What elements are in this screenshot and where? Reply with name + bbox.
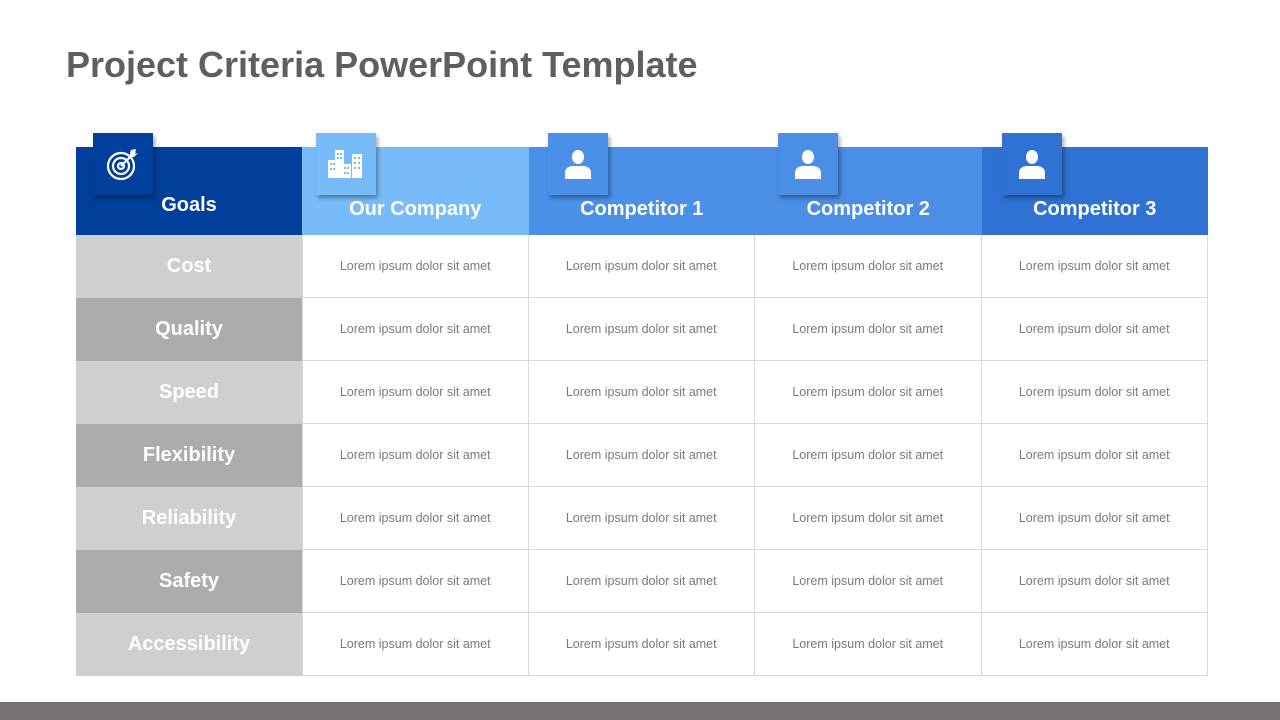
table-cell: Lorem ipsum dolor sit amet: [981, 613, 1208, 676]
table-cell: Lorem ipsum dolor sit amet: [528, 424, 755, 487]
table-cell: Lorem ipsum dolor sit amet: [528, 550, 755, 613]
table-cell: Lorem ipsum dolor sit amet: [302, 424, 529, 487]
table-row: Safety Lorem ipsum dolor sit amet Lorem ip…: [76, 550, 1208, 613]
table-cell: Lorem ipsum dolor sit amet: [755, 298, 982, 361]
header-goals: Goals: [76, 133, 302, 235]
table-cell: Lorem ipsum dolor sit amet: [528, 487, 755, 550]
table-body: Cost Lorem ipsum dolor sit amet Lorem ipsu…: [76, 235, 1208, 676]
table-cell: Lorem ipsum dolor sit amet: [981, 487, 1208, 550]
buildings-icon: [316, 133, 376, 195]
table-cell: Lorem ipsum dolor sit amet: [302, 235, 529, 298]
header-competitor-3: Competitor 3: [981, 133, 1208, 235]
goal-label: Accessibility: [76, 613, 302, 676]
table-row: Flexibility Lorem ipsum dolor sit amet Lor…: [76, 424, 1208, 487]
table-cell: Lorem ipsum dolor sit amet: [302, 613, 529, 676]
table-cell: Lorem ipsum dolor sit amet: [755, 487, 982, 550]
person-icon: [547, 133, 608, 195]
target-icon: [93, 133, 153, 195]
table-cell: Lorem ipsum dolor sit amet: [528, 613, 755, 676]
header-competitor-1: Competitor 1: [528, 133, 755, 235]
header-our-company: Our Company: [302, 133, 529, 235]
table-cell: Lorem ipsum dolor sit amet: [302, 298, 529, 361]
table-cell: Lorem ipsum dolor sit amet: [981, 424, 1208, 487]
header-competitor-2: Competitor 2: [755, 133, 982, 235]
table-cell: Lorem ipsum dolor sit amet: [302, 487, 529, 550]
table-cell: Lorem ipsum dolor sit amet: [528, 298, 755, 361]
table-cell: Lorem ipsum dolor sit amet: [981, 361, 1208, 424]
table-cell: Lorem ipsum dolor sit amet: [528, 235, 755, 298]
header-label: Competitor 1: [580, 198, 704, 220]
table-cell: Lorem ipsum dolor sit amet: [981, 298, 1208, 361]
table-cell: Lorem ipsum dolor sit amet: [302, 361, 529, 424]
header-label: Competitor 3: [1033, 198, 1157, 220]
table-cell: Lorem ipsum dolor sit amet: [755, 235, 982, 298]
goal-label: Flexibility: [76, 424, 302, 487]
header-label: Goals: [161, 194, 217, 216]
table-cell: Lorem ipsum dolor sit amet: [755, 550, 982, 613]
table-cell: Lorem ipsum dolor sit amet: [755, 361, 982, 424]
table-cell: Lorem ipsum dolor sit amet: [981, 550, 1208, 613]
goal-label: Quality: [76, 298, 302, 361]
person-icon: [778, 133, 838, 195]
goal-label: Safety: [76, 550, 302, 613]
page-title: Project Criteria PowerPoint Template: [66, 44, 698, 85]
person-icon: [1001, 133, 1062, 195]
table-row: Quality Lorem ipsum dolor sit amet Lorem i…: [76, 298, 1208, 361]
table-cell: Lorem ipsum dolor sit amet: [755, 613, 982, 676]
goal-label: Speed: [76, 361, 302, 424]
table-cell: Lorem ipsum dolor sit amet: [302, 550, 529, 613]
goal-label: Cost: [76, 235, 302, 298]
header-label: Competitor 2: [806, 198, 930, 220]
goal-label: Reliability: [76, 487, 302, 550]
table-row: Reliability Lorem ipsum dolor sit amet Lor…: [76, 487, 1208, 550]
table-header-row: Goals Our Company Competitor 1 Competito…: [76, 133, 1208, 235]
table-cell: Lorem ipsum dolor sit amet: [528, 361, 755, 424]
table-row: Speed Lorem ipsum dolor sit amet Lorem ips…: [76, 361, 1208, 424]
header-label: Our Company: [349, 198, 482, 220]
table-cell: Lorem ipsum dolor sit amet: [755, 424, 982, 487]
table-cell: Lorem ipsum dolor sit amet: [981, 235, 1208, 298]
footer-bar: [0, 702, 1280, 720]
table-row: Accessibility Lorem ipsum dolor sit amet L…: [76, 613, 1208, 676]
criteria-table: Goals Our Company Competitor 1 Competito…: [76, 133, 1208, 676]
table-row: Cost Lorem ipsum dolor sit amet Lorem ipsu…: [76, 235, 1208, 298]
